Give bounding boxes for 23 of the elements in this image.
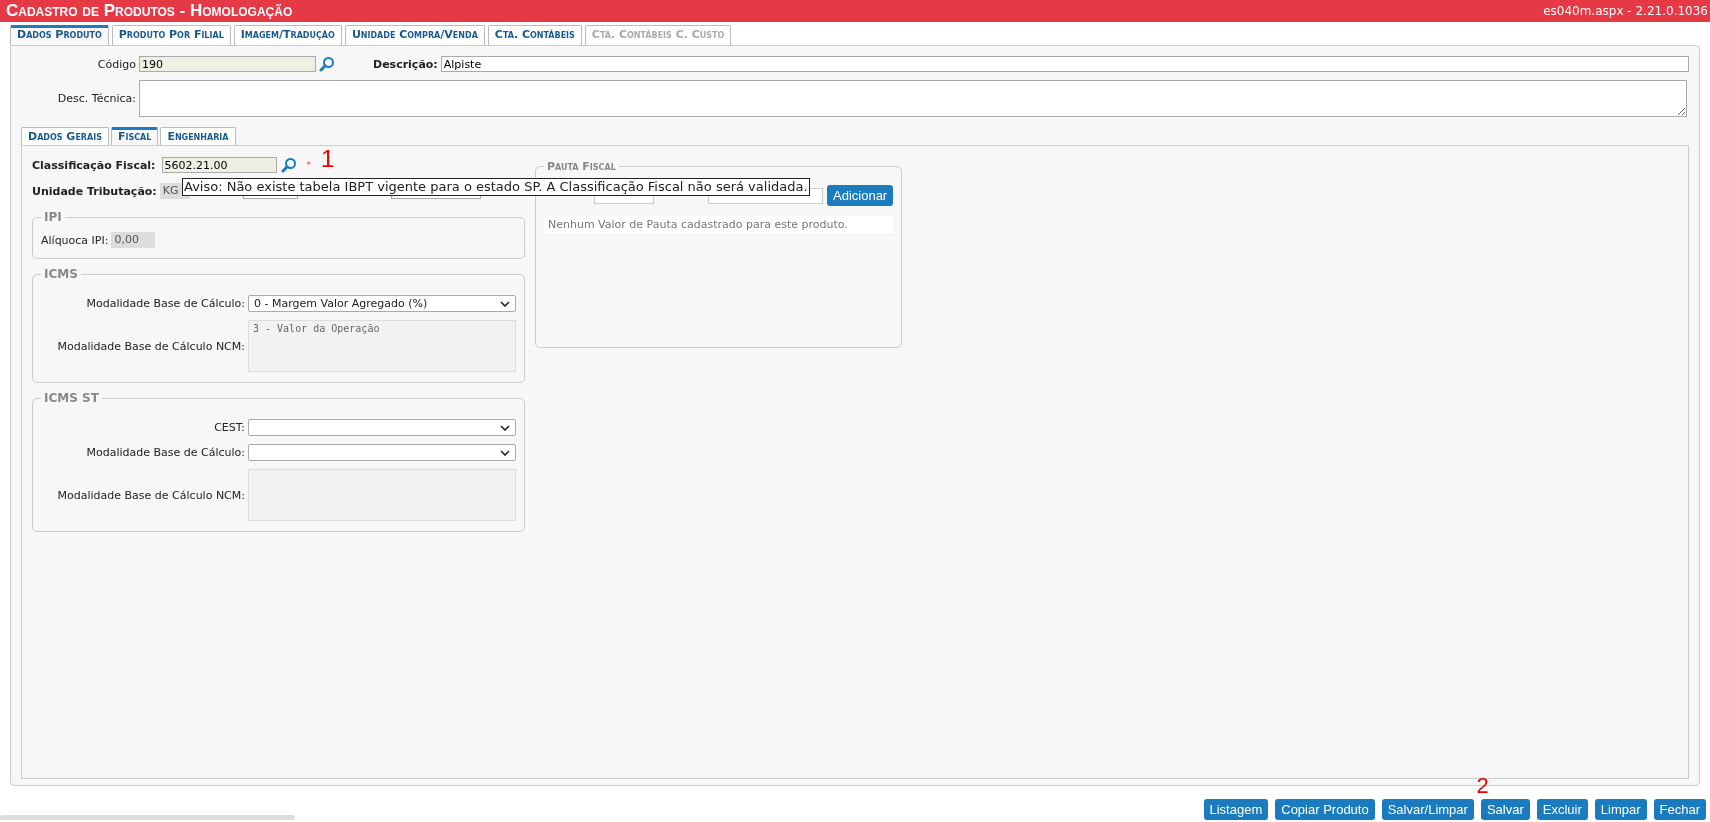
field-label: Alíquoca IPI: — [41, 233, 109, 247]
field-label: Código — [96, 57, 136, 71]
group-title: ICMS — [43, 267, 79, 281]
group-title: ICMS ST — [43, 391, 100, 405]
group-title: IPI — [43, 210, 63, 224]
field-label: Unidade Tributação: — [32, 184, 157, 198]
group-title: Pauta Fiscal — [546, 160, 617, 173]
page-title: Cadastro de Produtos - Homologação — [6, 1, 293, 21]
field-label: Desc. Técnica: — [56, 92, 136, 105]
field-label: Modalidade Base de Cálculo NCM: — [56, 339, 245, 353]
field-label: Modalidade Base de Cálculo NCM: — [56, 488, 245, 502]
field-label: CEST: — [213, 421, 245, 434]
field-label: Modalidade Base de Cálculo: — [85, 297, 245, 310]
version-label: es040m.aspx - 2.21.0.1036 — [1543, 4, 1708, 18]
field-label: Classificação Fiscal: — [32, 158, 156, 172]
field-label: Modalidade Base de Cálculo: — [85, 446, 245, 459]
annotation-number: 1 — [321, 147, 335, 171]
empty-message: Nenhum Valor de Pauta cadastrado para este produto. — [544, 216, 894, 233]
required-mark: * — [306, 160, 311, 170]
annotation-number: 2 — [1476, 775, 1489, 797]
field-label: Descrição: — [373, 57, 438, 71]
warning-tooltip: Aviso: Não existe tabela IBPT vigente para o estado SP. A Classificação Fiscal não será validada. — [182, 178, 810, 196]
ipi-rate-field: 0,00 — [111, 232, 156, 248]
